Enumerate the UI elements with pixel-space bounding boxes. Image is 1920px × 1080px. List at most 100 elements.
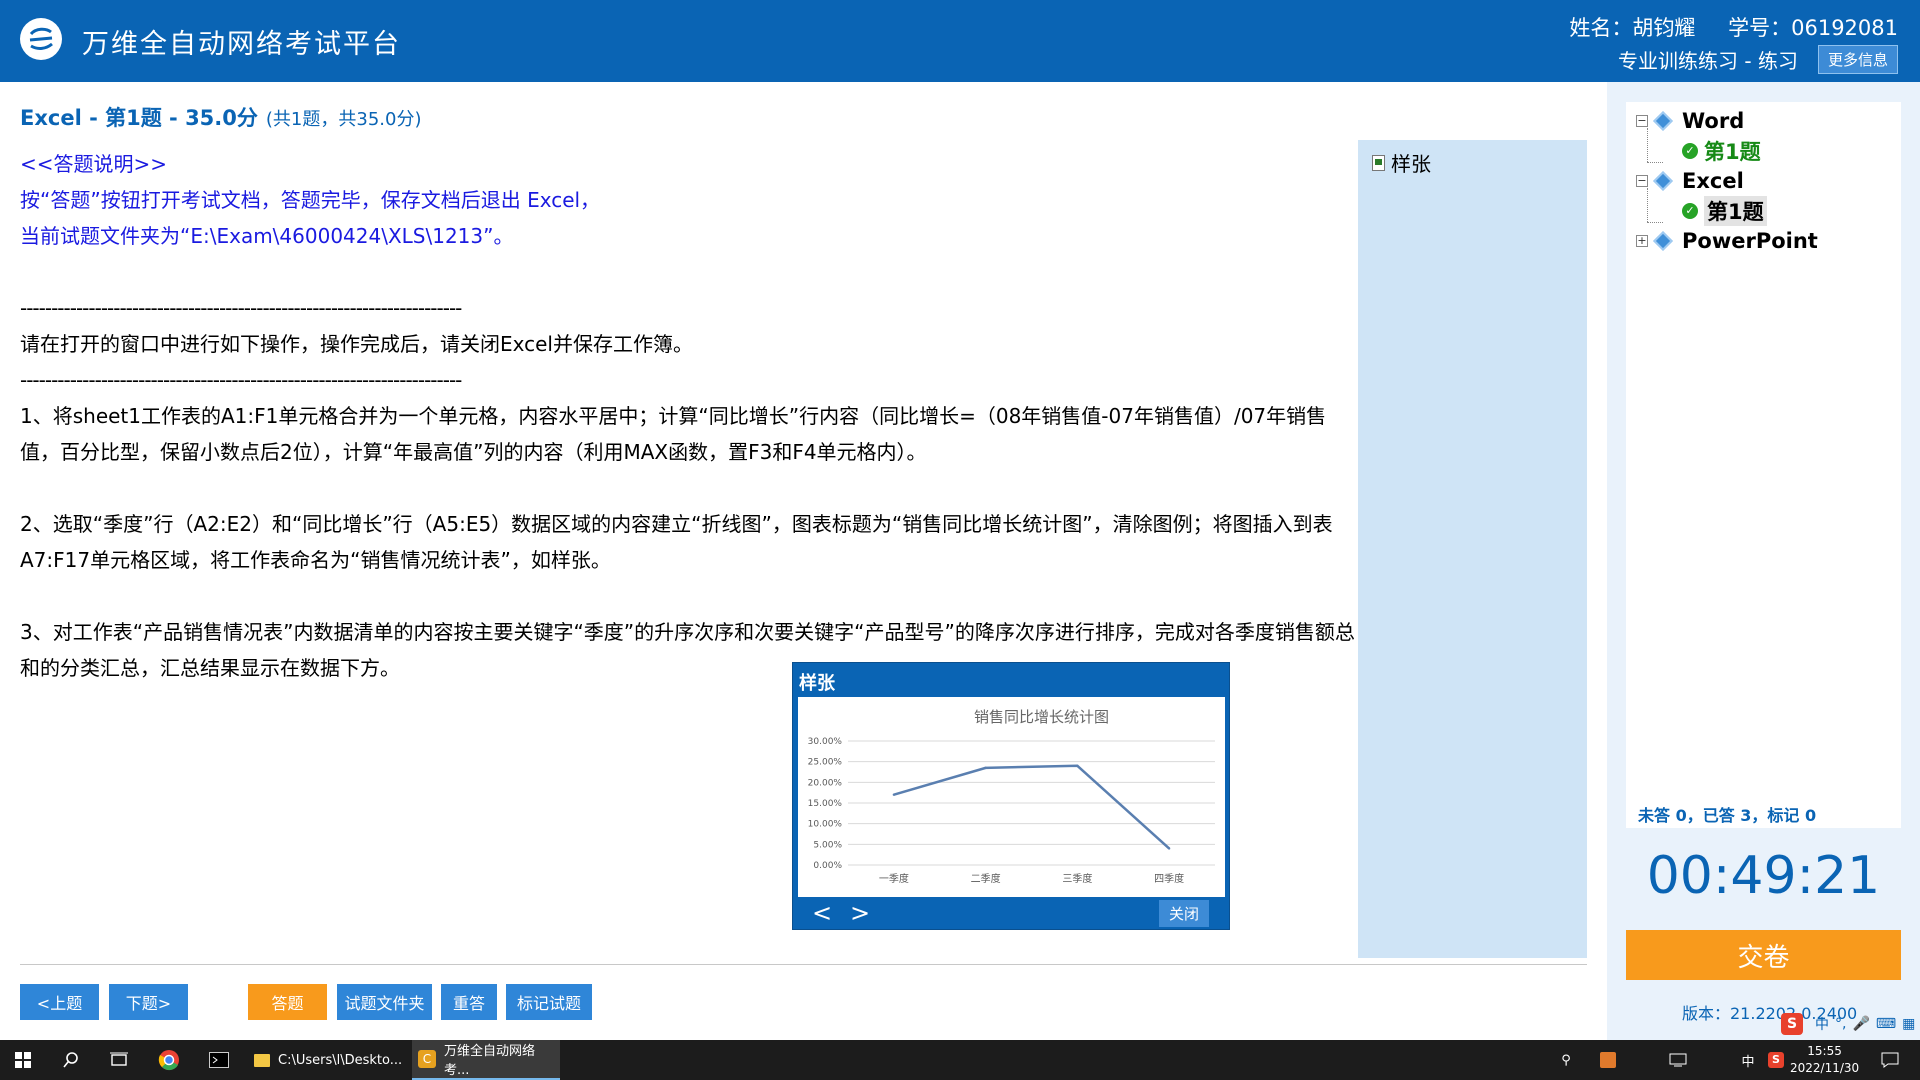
folder-path-line: 当前试题文件夹为“E:\Exam\46000424\XLS\1213”。 (20, 224, 514, 248)
x-tick-label: 二季度 (971, 872, 1001, 885)
popup-close-button[interactable]: 关闭 (1158, 900, 1209, 927)
step-2: 2、选取“季度”行（A2:E2）和“同比增长”行（A5:E5）数据区域的内容建立… (20, 512, 1333, 572)
line-chart: 销售同比增长统计图 0.00% 5.00% 10.00% 15.00% 20.00% 25.… (808, 708, 1215, 885)
ime-punct[interactable]: °, (1835, 1016, 1846, 1032)
search-icon[interactable] (48, 1040, 94, 1080)
y-tick-label: 30.00% (808, 737, 843, 747)
y-tick-label: 5.00% (813, 840, 842, 850)
collapse-icon[interactable]: − (1636, 115, 1648, 127)
folder-icon (254, 1053, 270, 1067)
x-tick-label: 四季度 (1154, 872, 1184, 885)
grid-icon[interactable]: ▦ (1902, 1016, 1915, 1032)
data-point (892, 793, 896, 796)
y-tick-label: 0.00% (813, 861, 842, 871)
student-id: 学号：06192081 (1728, 16, 1898, 40)
next-question-button[interactable]: 下题> (109, 984, 188, 1020)
module-icon (1653, 171, 1673, 191)
countdown-timer: 00:49:21 (1646, 846, 1881, 906)
taskbar: C:\Users\l\Deskto... C 万维全自动网络考... ⚲ 中 S… (0, 1040, 1920, 1080)
question-folder-button[interactable]: 试题文件夹 (337, 984, 432, 1020)
tree-node-excel[interactable]: − Excel (1636, 167, 1744, 195)
header-bar: 万维全自动网络考试平台 姓名：胡钧耀 学号：06192081 专业训练练习 - … (0, 0, 1920, 82)
data-point (984, 766, 987, 770)
taskbar-exam-label: 万维全自动网络考... (443, 1044, 535, 1078)
tree-label-excel: Excel (1682, 169, 1744, 193)
microphone-icon[interactable]: 🎤 (1852, 1016, 1869, 1032)
sample-label: 样张 (1391, 152, 1431, 176)
sample-link[interactable]: 样张 (1372, 148, 1431, 177)
practice-mode: 专业训练练习 - 练习 (1618, 49, 1798, 73)
tree-label-excel-q1: 第1题 (1704, 196, 1767, 226)
terminal-icon[interactable] (196, 1040, 242, 1080)
network-icon[interactable] (1664, 1040, 1692, 1080)
expand-icon[interactable]: + (1636, 235, 1648, 247)
redo-button[interactable]: 重答 (441, 984, 497, 1020)
answer-button[interactable]: 答题 (248, 984, 327, 1020)
tree-node-powerpoint[interactable]: + PowerPoint (1636, 227, 1818, 255)
tray-ime-lang[interactable]: 中 (1734, 1040, 1762, 1080)
tree-label-word: Word (1682, 109, 1745, 133)
app-logo-icon (20, 18, 62, 60)
ime-toolbar[interactable]: S 中 °, 🎤 ⌨ ▦ (1781, 1013, 1915, 1035)
y-tick-label: 20.00% (808, 778, 843, 788)
taskbar-exam-app[interactable]: C 万维全自动网络考... (412, 1040, 560, 1080)
system-clock[interactable]: 15:55 2022/11/30 (1790, 1043, 1859, 1077)
question-count: (共1题，共35.0分) (265, 109, 422, 130)
clock-date: 2022/11/30 (1790, 1061, 1860, 1075)
tree-node-word-q1[interactable]: ✓ 第1题 (1682, 137, 1761, 165)
series-line (893, 764, 1170, 850)
question-tree: − Word ✓ 第1题 − Excel ✓ 第1题 + PowerPoint (1626, 102, 1901, 828)
user-info: 姓名：胡钧耀 学号：06192081 (1569, 12, 1898, 42)
instruction-header: <<答题说明>> (20, 152, 168, 176)
image-file-icon (1372, 154, 1385, 171)
sample-chart: 销售同比增长统计图 0.00% 5.00% 10.00% 15.00% 20.00% 25.… (798, 697, 1225, 897)
tree-label-word-q1: 第1题 (1704, 140, 1761, 164)
sogou-ime-icon[interactable]: S (1781, 1013, 1803, 1035)
divider-line: ----------------------------------------… (20, 368, 462, 392)
mark-question-button[interactable]: 标记试题 (506, 984, 592, 1020)
content-divider (20, 964, 1587, 965)
prev-question-button[interactable]: <上题 (20, 984, 99, 1020)
data-point (1076, 764, 1079, 767)
question-content: <<答题说明>> 按“答题”按钮打开考试文档，答题完毕，保存文档后退出 Exce… (20, 146, 1360, 686)
ime-lang[interactable]: 中 (1815, 1014, 1829, 1034)
tray-app-icon[interactable] (1594, 1040, 1622, 1080)
collapse-icon[interactable]: − (1636, 175, 1648, 187)
x-tick-label: 一季度 (879, 872, 909, 885)
popup-next-button[interactable]: > (841, 899, 879, 927)
tree-node-excel-q1[interactable]: ✓ 第1题 (1682, 196, 1767, 226)
data-point (1167, 847, 1171, 850)
check-icon: ✓ (1682, 143, 1698, 159)
windows-start-icon[interactable] (0, 1040, 46, 1080)
mode-line: 专业训练练习 - 练习 更多信息 (1618, 45, 1898, 74)
popup-nav: < > (803, 899, 879, 927)
notification-icon[interactable] (1870, 1040, 1910, 1080)
tree-node-word[interactable]: − Word (1636, 107, 1744, 135)
question-title: Excel - 第1题 - 35.0分 (共1题，共35.0分) (20, 102, 421, 132)
check-icon: ✓ (1682, 203, 1698, 219)
clock-time: 15:55 (1807, 1044, 1842, 1058)
popup-prev-button[interactable]: < (803, 899, 841, 927)
taskbar-explorer[interactable]: C:\Users\l\Deskto... (248, 1040, 408, 1080)
sample-panel: 样张 (1358, 140, 1587, 958)
right-sidebar: − Word ✓ 第1题 − Excel ✓ 第1题 + PowerPoint … (1607, 82, 1920, 1040)
popup-title: 样张 (799, 673, 835, 694)
keyboard-icon[interactable]: ⌨ (1876, 1016, 1896, 1032)
more-info-button[interactable]: 更多信息 (1817, 45, 1898, 74)
chrome-icon[interactable] (146, 1040, 192, 1080)
student-name: 姓名：胡钧耀 (1569, 16, 1696, 40)
tree-label-powerpoint: PowerPoint (1682, 229, 1818, 253)
sample-popup: 样张 销售同比增长统计图 0.00% 5.00% 10.00% 15.00% 20.00%… (792, 662, 1230, 930)
tray-sogou-icon[interactable]: S (1762, 1040, 1790, 1080)
submit-exam-button[interactable]: 交卷 (1626, 930, 1901, 980)
answer-status: 未答 0，已答 3，标记 0 (1638, 806, 1817, 825)
question-heading: Excel - 第1题 - 35.0分 (20, 106, 258, 130)
taskbar-explorer-label: C:\Users\l\Deskto... (278, 1052, 403, 1068)
x-tick-label: 三季度 (1062, 872, 1092, 885)
module-icon (1653, 231, 1673, 251)
task-view-icon[interactable] (96, 1040, 142, 1080)
people-icon[interactable]: ⚲ (1552, 1040, 1580, 1080)
operation-instruction: 请在打开的窗口中进行如下操作，操作完成后，请关闭Excel并保存工作簿。 (20, 332, 693, 356)
app-title: 万维全自动网络考试平台 (82, 29, 401, 60)
y-tick-label: 15.00% (808, 799, 843, 809)
